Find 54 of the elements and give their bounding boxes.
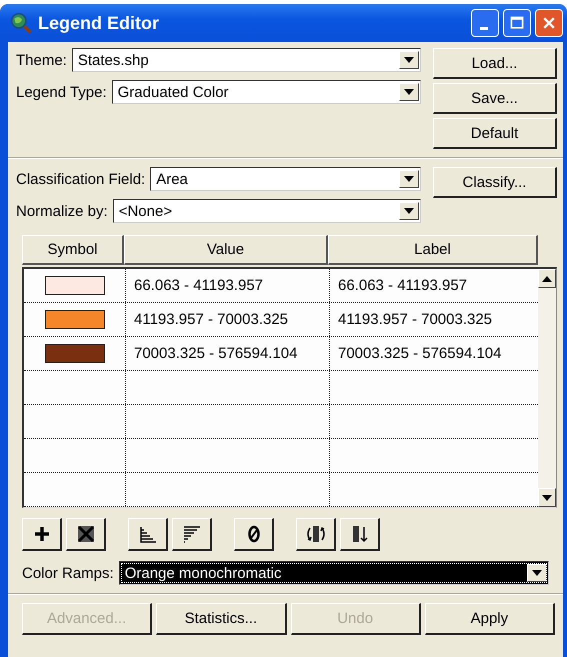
- side-button[interactable]: Default: [433, 118, 557, 149]
- table-cell-text: 70003.325 - 576594.104: [337, 344, 502, 364]
- vertical-scrollbar[interactable]: [538, 269, 556, 507]
- theme-dropdown[interactable]: States.shp: [72, 48, 421, 72]
- dropdown-arrow-icon: [532, 570, 542, 576]
- dropdown-arrow-icon: [404, 89, 414, 95]
- theme-label: Theme:: [16, 52, 67, 68]
- dropdown-arrow-icon: [404, 176, 414, 182]
- color-swatch[interactable]: [44, 344, 104, 363]
- table-cell-text: 66.063 - 41193.957: [337, 276, 468, 296]
- color-swatch[interactable]: [44, 310, 104, 329]
- close-icon: [541, 15, 557, 31]
- scroll-down-arrow-icon: [542, 494, 552, 500]
- descending-lines-icon: [182, 524, 202, 544]
- classify-button[interactable]: Classify...: [433, 167, 557, 198]
- color-swatch[interactable]: [44, 276, 104, 295]
- classification-field-label: Classification Field:: [16, 170, 146, 188]
- side-button[interactable]: Load...: [433, 48, 557, 79]
- classification-field-dropdown[interactable]: Area: [150, 167, 421, 191]
- dialog-button[interactable]: Apply: [424, 603, 555, 635]
- normalize-by-label: Normalize by:: [16, 202, 108, 220]
- column-header[interactable]: Symbol: [22, 235, 124, 265]
- reverse-button[interactable]: [340, 518, 380, 551]
- delete-icon: [76, 524, 96, 544]
- table-cell-text: 41193.957 - 70003.325: [337, 310, 494, 330]
- globe-magnifier-icon: [10, 12, 32, 34]
- maximize-icon: [509, 15, 525, 31]
- legend-type-dropdown[interactable]: Graduated Color: [112, 80, 421, 104]
- dropdown-arrow-icon: [404, 57, 414, 63]
- table-cell: 70003.325 - 576594.104: [126, 337, 330, 370]
- color-ramps-label: Color Ramps:: [22, 564, 114, 582]
- descending-button[interactable]: [172, 518, 212, 551]
- zero-button[interactable]: [234, 518, 274, 551]
- color-ramps-dropdown[interactable]: Orange monochromatic: [118, 561, 549, 585]
- table-cell: 41193.957 - 70003.325: [126, 303, 330, 336]
- table-cell: 66.063 - 41193.957: [126, 269, 330, 302]
- minimize-button[interactable]: [471, 9, 499, 37]
- column-header[interactable]: Label: [328, 235, 538, 265]
- ascending-lines-icon: [138, 524, 158, 544]
- normalize-by-dropdown[interactable]: <None>: [112, 199, 421, 223]
- legend-type-label: Legend Type:: [16, 84, 107, 100]
- delete-button[interactable]: [66, 518, 106, 551]
- window-title: Legend Editor: [38, 12, 160, 34]
- side-button[interactable]: Save...: [433, 83, 557, 114]
- column-header[interactable]: Value: [124, 235, 328, 265]
- add-button[interactable]: [22, 518, 62, 551]
- close-button[interactable]: [535, 9, 563, 37]
- dialog-button[interactable]: Statistics...: [156, 603, 286, 635]
- scroll-up-arrow-icon: [542, 276, 552, 282]
- maximize-button[interactable]: [503, 9, 531, 37]
- flip-button[interactable]: [296, 518, 336, 551]
- ascending-button[interactable]: [128, 518, 168, 551]
- minimize-icon: [480, 26, 488, 30]
- dropdown-arrow-icon: [404, 208, 414, 214]
